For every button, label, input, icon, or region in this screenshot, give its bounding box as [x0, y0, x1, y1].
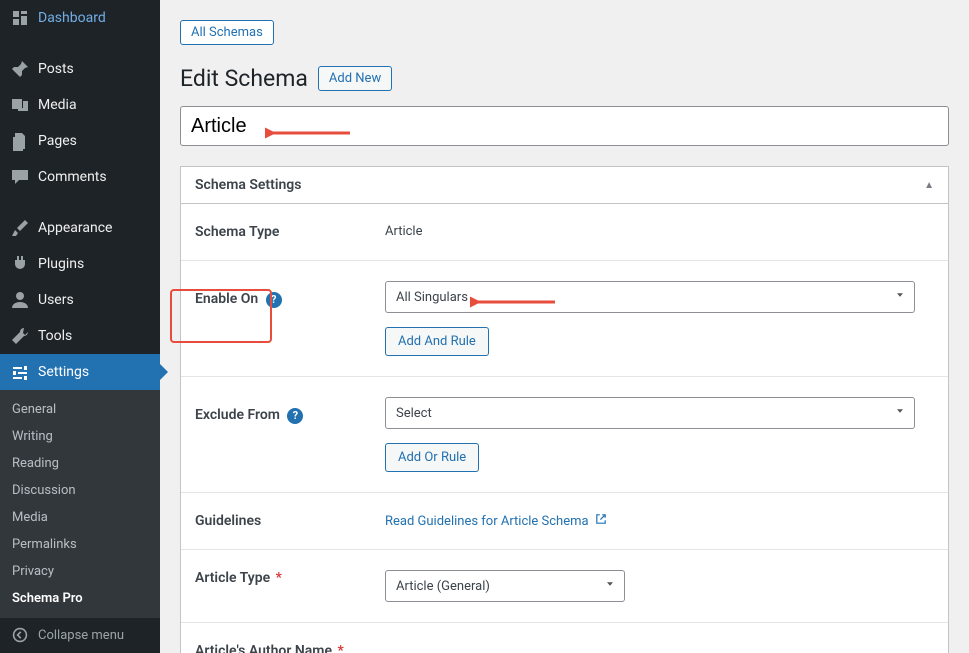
add-and-rule-button[interactable]: Add And Rule — [385, 327, 489, 356]
collapse-menu-button[interactable]: Collapse menu — [0, 617, 160, 653]
sidebar-item-dashboard[interactable]: Dashboard — [0, 0, 160, 36]
sidebar-item-appearance[interactable]: Appearance — [0, 210, 160, 246]
sidebar-item-pages[interactable]: Pages — [0, 123, 160, 159]
submenu-item-schema-pro[interactable]: Schema Pro — [0, 585, 160, 612]
article-type-select[interactable]: Article (General) — [385, 570, 625, 602]
row-guidelines: Guidelines Read Guidelines for Article S… — [181, 493, 948, 550]
page-title: Edit Schema — [180, 65, 308, 92]
exclude-from-select[interactable]: Select — [385, 397, 915, 429]
settings-table: Schema Type Article Enable On ? All Sing… — [181, 204, 948, 653]
sidebar-item-plugins[interactable]: Plugins — [0, 246, 160, 282]
brush-icon — [10, 218, 30, 238]
row-article-type: Article Type * Article (General) — [181, 550, 948, 623]
label-enable-on: Enable On — [195, 291, 258, 307]
external-link-icon — [595, 513, 607, 529]
guidelines-link-text: Read Guidelines for Article Schema — [385, 514, 589, 529]
chevron-down-icon — [894, 289, 906, 305]
submenu-item-permalinks[interactable]: Permalinks — [0, 531, 160, 558]
label-schema-type: Schema Type — [181, 204, 371, 261]
submenu-item-writing[interactable]: Writing — [0, 423, 160, 450]
sliders-icon — [10, 362, 30, 382]
submenu-item-media[interactable]: Media — [0, 504, 160, 531]
plug-icon — [10, 254, 30, 274]
sidebar-item-label: Settings — [38, 364, 89, 380]
schema-settings-panel: Schema Settings ▲ Schema Type Article En… — [180, 166, 949, 653]
row-author-name: Article's Author Name * — [181, 623, 948, 653]
panel-title: Schema Settings — [195, 177, 301, 193]
menu-separator — [0, 200, 160, 205]
dashboard-icon — [10, 8, 30, 28]
submenu-item-privacy[interactable]: Privacy — [0, 558, 160, 585]
sidebar-item-label: Users — [38, 292, 74, 308]
chevron-down-icon — [604, 578, 616, 594]
settings-submenu: General Writing Reading Discussion Media… — [0, 390, 160, 618]
exclude-from-selected-value: Select — [396, 406, 432, 421]
sidebar-item-label: Comments — [38, 169, 107, 185]
sidebar-item-label: Appearance — [38, 220, 112, 236]
chevron-down-icon — [894, 405, 906, 421]
add-or-rule-button[interactable]: Add Or Rule — [385, 443, 479, 472]
submenu-item-discussion[interactable]: Discussion — [0, 477, 160, 504]
sidebar-item-label: Posts — [38, 61, 74, 77]
add-new-button[interactable]: Add New — [318, 66, 392, 91]
help-icon[interactable]: ? — [287, 408, 303, 424]
page-heading-row: Edit Schema Add New — [180, 65, 949, 92]
schema-title-input[interactable] — [180, 106, 949, 146]
collapse-icon — [10, 625, 30, 645]
row-exclude-from: Exclude From ? Select Add Or Rule — [181, 377, 948, 493]
main-content: All Schemas Edit Schema Add New Schema S… — [160, 0, 969, 653]
label-exclude-from: Exclude From — [195, 407, 280, 423]
sidebar-item-label: Media — [38, 97, 77, 113]
collapse-panel-icon: ▲ — [924, 180, 934, 191]
sidebar-item-comments[interactable]: Comments — [0, 159, 160, 195]
label-author-name: Article's Author Name — [195, 643, 332, 653]
sidebar-item-label: Pages — [38, 133, 77, 149]
enable-on-selected-value: All Singulars — [396, 290, 468, 305]
row-enable-on: Enable On ? All Singulars Add And Rule — [181, 261, 948, 377]
all-schemas-button[interactable]: All Schemas — [180, 20, 274, 45]
collapse-menu-label: Collapse menu — [38, 628, 124, 643]
sidebar-item-label: Plugins — [38, 256, 84, 272]
value-schema-type: Article — [371, 204, 948, 261]
required-asterisk: * — [337, 643, 343, 653]
sidebar-item-media[interactable]: Media — [0, 87, 160, 123]
submenu-item-general[interactable]: General — [0, 396, 160, 423]
sidebar-item-posts[interactable]: Posts — [0, 51, 160, 87]
pin-icon — [10, 59, 30, 79]
sidebar-item-label: Tools — [38, 328, 72, 344]
sidebar-item-label: Dashboard — [38, 10, 106, 26]
user-icon — [10, 290, 30, 310]
pages-icon — [10, 131, 30, 151]
guidelines-link[interactable]: Read Guidelines for Article Schema — [385, 513, 607, 529]
sidebar-item-tools[interactable]: Tools — [0, 318, 160, 354]
label-guidelines: Guidelines — [181, 493, 371, 550]
enable-on-select[interactable]: All Singulars — [385, 281, 915, 313]
comment-icon — [10, 167, 30, 187]
required-asterisk: * — [276, 570, 282, 586]
menu-separator — [0, 41, 160, 46]
media-icon — [10, 95, 30, 115]
admin-sidebar: Dashboard Posts Media Pages Comments App… — [0, 0, 160, 653]
help-icon[interactable]: ? — [266, 292, 282, 308]
sidebar-item-users[interactable]: Users — [0, 282, 160, 318]
wrench-icon — [10, 326, 30, 346]
article-type-selected-value: Article (General) — [396, 579, 490, 594]
row-schema-type: Schema Type Article — [181, 204, 948, 261]
panel-header[interactable]: Schema Settings ▲ — [181, 167, 948, 204]
label-article-type: Article Type — [195, 570, 270, 586]
submenu-item-reading[interactable]: Reading — [0, 450, 160, 477]
sidebar-item-settings[interactable]: Settings — [0, 354, 160, 390]
